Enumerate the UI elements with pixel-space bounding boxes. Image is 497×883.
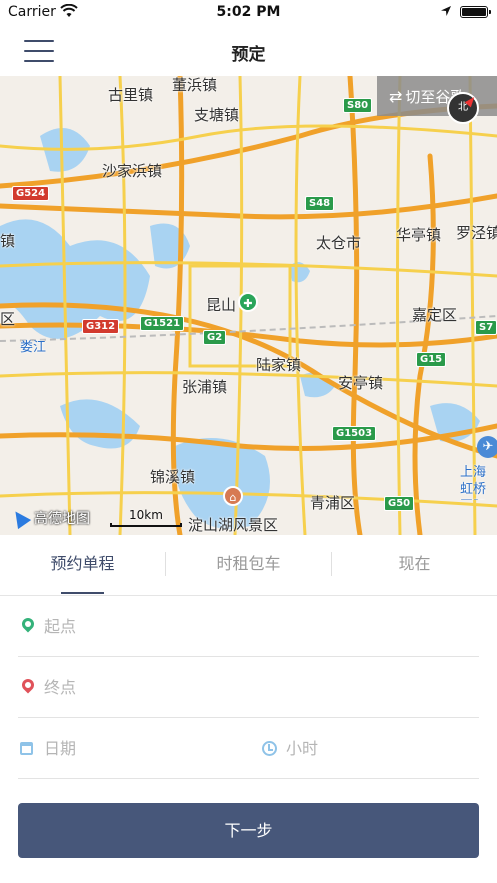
end-location-field[interactable]	[18, 657, 479, 718]
road-shield: G15	[416, 352, 447, 367]
switch-map-provider-button[interactable]: ⇄ 切至谷歌	[377, 76, 497, 116]
start-location-input[interactable]	[44, 610, 464, 642]
map-place-label: 陆家镇	[256, 356, 302, 374]
hours-input[interactable]	[286, 732, 476, 764]
map-place-label: 上海虹桥国际机场	[460, 465, 487, 500]
map-place-label: 青浦区	[310, 494, 356, 512]
map-place-label: 镇	[0, 232, 16, 250]
road-shield: S48	[305, 196, 335, 211]
map-place-label: 锦溪镇	[150, 468, 196, 486]
date-hours-row	[18, 718, 479, 779]
tab-now[interactable]: 现在	[332, 535, 497, 595]
compass-icon[interactable]: 北	[447, 92, 479, 124]
date-field[interactable]	[18, 718, 238, 779]
map-brand-logo: 高德地图	[8, 506, 90, 530]
map-place-label: 区	[0, 310, 16, 328]
tab-scheduled-one-way[interactable]: 预约单程	[0, 535, 165, 595]
compass-label: 北	[458, 102, 468, 113]
road-shield: G2	[203, 330, 227, 345]
date-input[interactable]	[44, 732, 234, 764]
scale-bar-line	[110, 523, 182, 527]
road-shield: G1503	[332, 426, 377, 441]
map-place-label: 古里镇	[108, 86, 154, 104]
road-shield: S80	[343, 98, 373, 113]
clock-time: 5:02 PM	[216, 4, 281, 20]
active-tab-indicator	[61, 592, 104, 594]
tab-hourly-charter[interactable]: 时租包车	[166, 535, 331, 595]
amap-logo-icon	[8, 506, 32, 530]
map-place-label: 张浦镇	[182, 378, 228, 396]
map-place-label: 娄江	[20, 340, 47, 355]
road-shield: G50	[384, 496, 415, 511]
map-place-label: 太仓市	[316, 234, 362, 252]
nav-bar: 预定	[0, 26, 497, 76]
road-shield: S7	[475, 320, 497, 335]
map-view[interactable]: 古里镇 董浜镇 支塘镇 沙家浜镇 太仓市 华亭镇 罗泾镇 昆山 陆家镇 张浦镇 …	[0, 76, 497, 535]
map-place-label: 嘉定区	[412, 306, 458, 324]
next-step-button[interactable]: 下一步	[18, 803, 479, 858]
map-scale-label: 10km	[129, 508, 163, 522]
map-poi-pin-icon[interactable]: ✚	[238, 292, 258, 312]
map-place-label: 沙家浜镇	[102, 162, 163, 180]
road-shield: G1521	[140, 316, 185, 331]
battery-icon	[460, 6, 491, 18]
swap-arrows-icon: ⇄	[389, 86, 403, 106]
start-location-field[interactable]	[18, 596, 479, 657]
status-bar: Carrier 5:02 PM	[0, 0, 497, 26]
map-place-label: 罗泾镇	[456, 224, 497, 242]
start-pin-icon	[19, 615, 37, 633]
end-location-input[interactable]	[44, 671, 464, 703]
map-place-label: 华亭镇	[396, 226, 442, 244]
map-brand-label: 高德地图	[34, 511, 90, 527]
map-place-label: 支塘镇	[194, 106, 240, 124]
location-arrow-icon	[441, 6, 451, 16]
hours-field[interactable]	[260, 718, 480, 779]
map-place-label: 昆山	[206, 296, 237, 314]
trip-type-tabs: 预约单程 时租包车 现在	[0, 535, 497, 596]
clock-icon	[262, 741, 277, 756]
scenic-spot-icon[interactable]: ⌂	[223, 486, 243, 506]
end-pin-icon	[19, 676, 37, 694]
map-place-label: 安亭镇	[338, 374, 384, 392]
road-shield: G312	[82, 319, 120, 334]
map-place-label: 董浜镇	[172, 76, 218, 94]
road-shield: G524	[12, 186, 50, 201]
airport-icon[interactable]: ✈	[477, 436, 497, 458]
map-scale-bar: 10km	[110, 508, 182, 527]
page-title: 预定	[231, 45, 266, 65]
calendar-icon	[20, 742, 33, 755]
map-place-label: 淀山湖风景区	[188, 516, 279, 534]
